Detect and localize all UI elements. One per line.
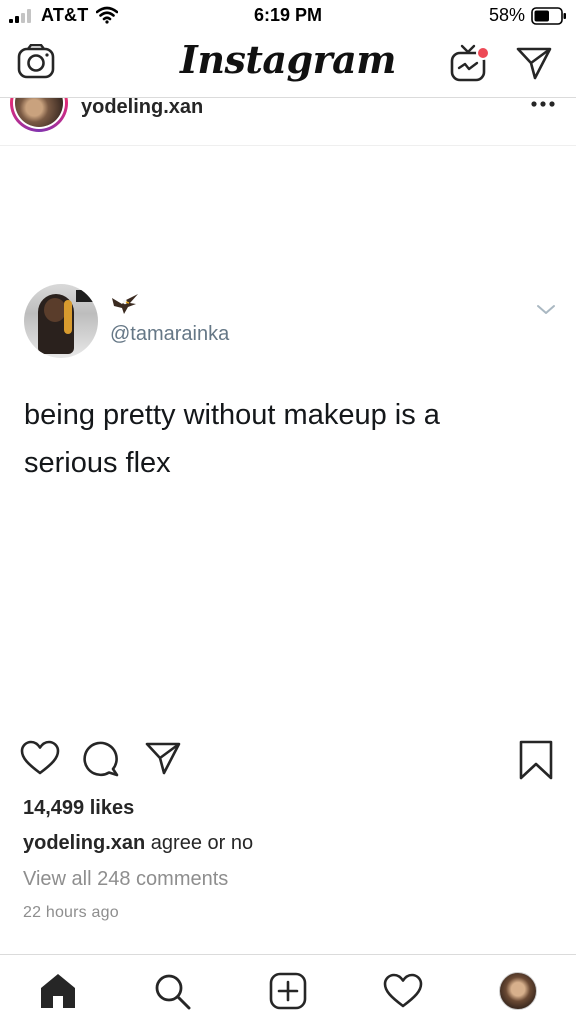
- activity-heart-icon[interactable]: [383, 972, 423, 1010]
- post-author-username[interactable]: yodeling.xan: [81, 98, 203, 119]
- caption-text: agree or no: [145, 832, 254, 854]
- bookmark-icon[interactable]: [518, 740, 554, 780]
- create-post-icon[interactable]: [268, 972, 308, 1010]
- more-options-icon[interactable]: [528, 98, 558, 116]
- post-action-bar: [0, 730, 576, 792]
- search-icon[interactable]: [152, 972, 192, 1010]
- chevron-down-icon: [537, 305, 555, 314]
- caption-username[interactable]: yodeling.xan: [23, 832, 145, 854]
- tweet-text: being pretty without makeup is a serious…: [24, 399, 440, 479]
- direct-message-icon[interactable]: [515, 45, 553, 81]
- bottom-tab-bar: [0, 954, 576, 1024]
- share-icon[interactable]: [144, 740, 182, 776]
- eagle-emoji: [112, 294, 138, 314]
- tweet-author-avatar: [24, 284, 98, 358]
- profile-avatar[interactable]: [499, 972, 537, 1010]
- igtv-icon[interactable]: [450, 44, 490, 82]
- status-bar: AT&T 6:19 PM 58%: [0, 0, 576, 32]
- likes-count[interactable]: 14,499 likes: [23, 797, 134, 820]
- post-caption: yodeling.xan agree or no: [23, 832, 253, 855]
- notification-dot: [476, 46, 490, 60]
- view-all-comments-link[interactable]: View all 248 comments: [23, 868, 228, 891]
- battery-percent: 58%: [489, 5, 526, 25]
- post-timestamp: 22 hours ago: [23, 904, 119, 921]
- post-header: yodeling.xan: [0, 98, 576, 146]
- comment-icon[interactable]: [82, 740, 120, 778]
- top-navigation: Instagram: [0, 32, 576, 98]
- battery-icon: [531, 7, 566, 25]
- tweet-handle: @tamarainka: [110, 323, 230, 345]
- post-author-avatar[interactable]: [10, 98, 68, 132]
- heart-icon[interactable]: [20, 740, 60, 776]
- home-icon[interactable]: [38, 972, 78, 1010]
- post-image[interactable]: @tamarainka being pretty without makeup …: [0, 147, 576, 729]
